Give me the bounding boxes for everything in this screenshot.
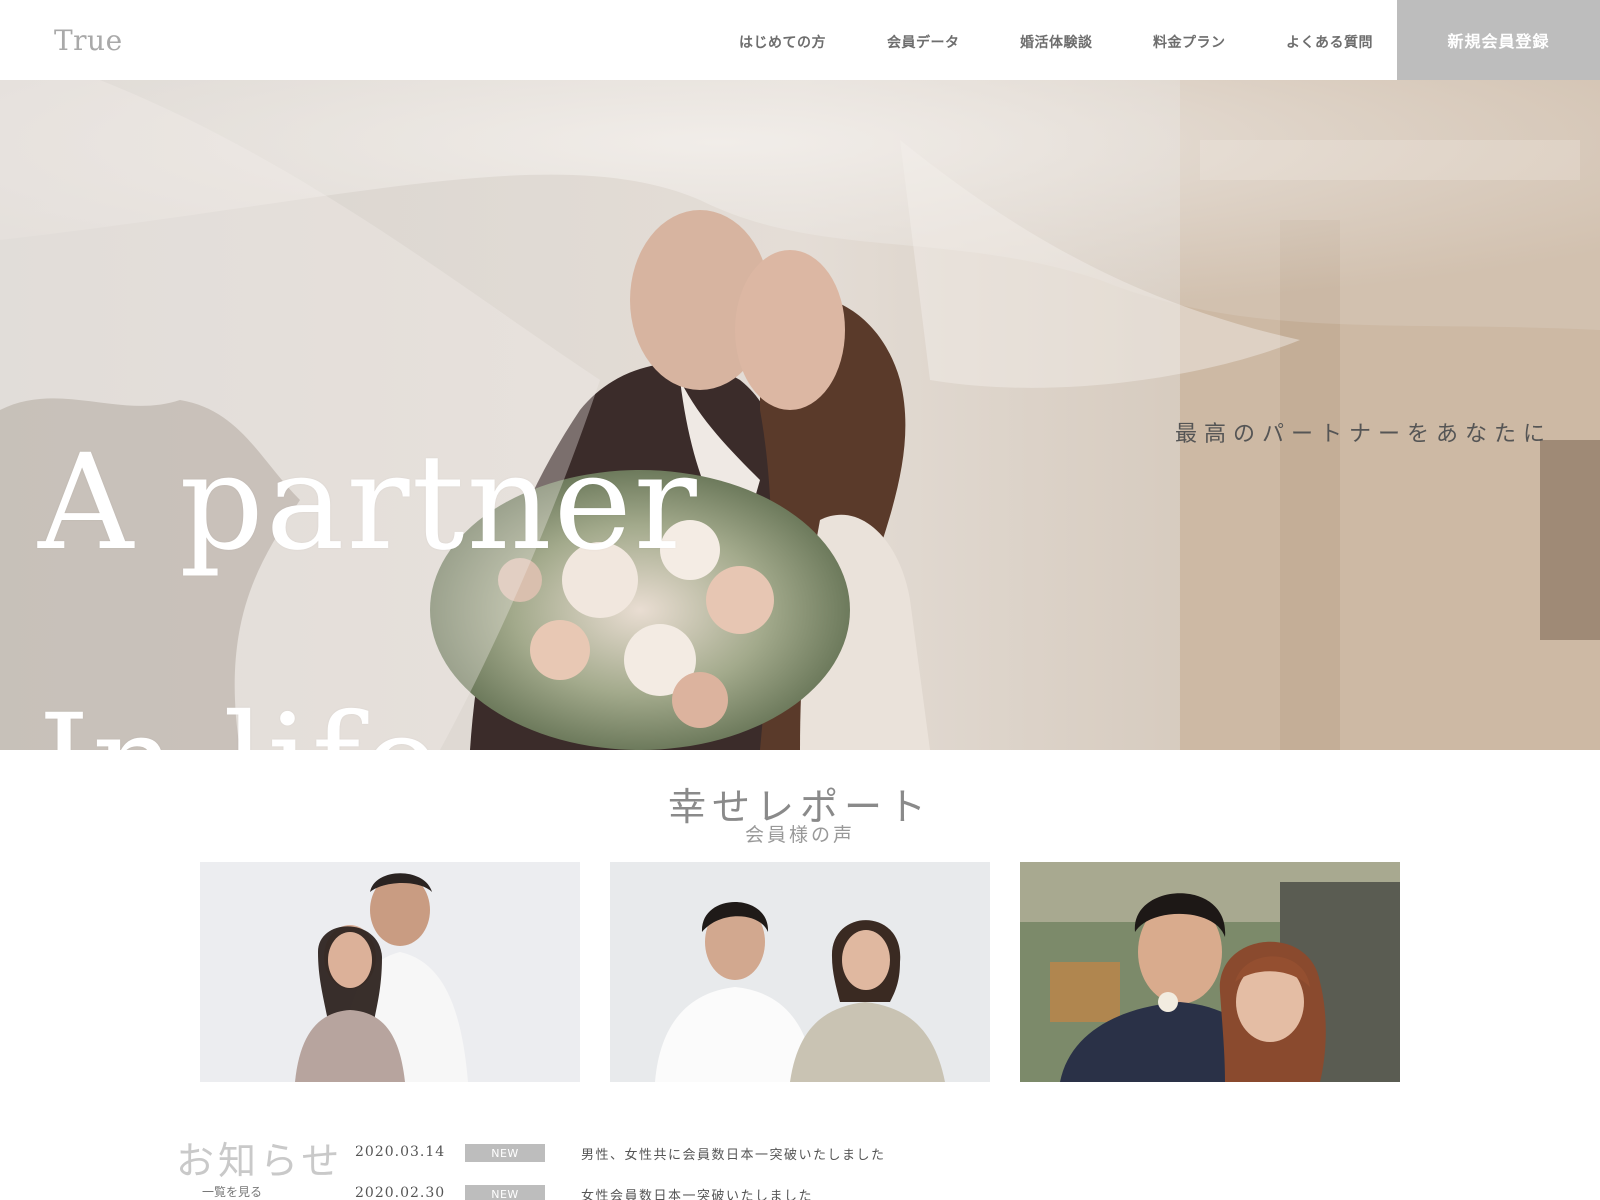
nav-item-faq[interactable]: よくある質問 [1286, 32, 1373, 52]
couple-photo-2 [610, 862, 990, 1082]
news-date: 2020.03.14 [355, 1144, 446, 1160]
site-logo[interactable]: True [54, 24, 123, 57]
news-title: お知らせ [176, 1139, 344, 1183]
hero-title-line-1: A partner [38, 426, 699, 580]
hero-subtitle: 最高のパートナーをあなたに [1175, 422, 1553, 447]
couple-photo-1 [200, 862, 580, 1082]
new-badge: NEW [465, 1144, 545, 1162]
report-card-1[interactable] [200, 862, 580, 1082]
register-button[interactable]: 新規会員登録 [1397, 0, 1600, 80]
hero-section: A partner In life 最高のパートナーをあなたに [0, 80, 1600, 750]
reports-subtitle: 会員様の声 [744, 824, 855, 846]
hero-title: A partner In life [38, 308, 699, 750]
site-header: True はじめての方 会員データ 婚活体験談 料金プラン よくある質問 新規会… [0, 0, 1600, 80]
news-link[interactable]: 男性、女性共に会員数日本一突破いたしました [581, 1144, 886, 1163]
nav-item-beginners[interactable]: はじめての方 [739, 32, 826, 52]
new-badge: NEW [465, 1185, 545, 1200]
news-date: 2020.02.30 [355, 1185, 446, 1200]
report-card-2[interactable] [610, 862, 990, 1082]
hero-title-line-2: In life [38, 697, 699, 750]
nav-item-pricing[interactable]: 料金プラン [1153, 32, 1226, 52]
nav-item-member-data[interactable]: 会員データ [887, 32, 960, 52]
couple-photo-3 [1020, 862, 1400, 1082]
news-more-link[interactable]: 一覧を見る [202, 1183, 262, 1200]
nav-item-experiences[interactable]: 婚活体験談 [1020, 32, 1093, 52]
news-link[interactable]: 女性会員数日本一突破いたしました [581, 1185, 813, 1200]
report-card-3[interactable] [1020, 862, 1400, 1082]
